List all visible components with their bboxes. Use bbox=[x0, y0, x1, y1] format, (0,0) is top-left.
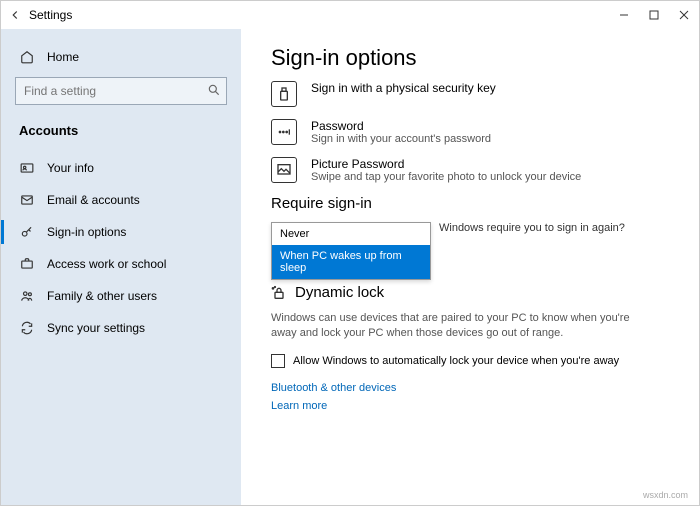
sync-icon bbox=[19, 320, 35, 336]
sidebar-search bbox=[15, 77, 227, 105]
home-icon bbox=[19, 49, 35, 65]
require-signin-question: Windows require you to sign in again? bbox=[439, 222, 679, 234]
picture-icon bbox=[271, 157, 297, 183]
require-signin-dropdown[interactable]: Never When PC wakes up from sleep bbox=[271, 222, 431, 280]
option-title: Sign in with a physical security key bbox=[311, 81, 496, 95]
require-signin-row: Windows require you to sign in again? Ne… bbox=[271, 222, 679, 234]
sidebar-item-sync-settings[interactable]: Sync your settings bbox=[1, 312, 241, 344]
link-bluetooth-devices[interactable]: Bluetooth & other devices bbox=[271, 382, 679, 394]
sidebar-item-access-work-school[interactable]: Access work or school bbox=[1, 248, 241, 280]
sidebar-heading: Accounts bbox=[1, 119, 241, 152]
briefcase-icon bbox=[19, 256, 35, 272]
people-icon bbox=[19, 288, 35, 304]
main-content: Sign-in options Sign in with a physical … bbox=[241, 29, 699, 505]
option-security-key[interactable]: Sign in with a physical security key bbox=[271, 81, 679, 107]
dynamic-lock-heading-label: Dynamic lock bbox=[295, 284, 384, 301]
sidebar-item-your-info[interactable]: Your info bbox=[1, 152, 241, 184]
key-icon bbox=[19, 224, 35, 240]
dynamic-lock-heading: Dynamic lock bbox=[271, 284, 679, 301]
close-button[interactable] bbox=[669, 1, 699, 29]
sidebar: Home Accounts Your info Email & accounts… bbox=[1, 29, 241, 505]
sidebar-item-sign-in-options[interactable]: Sign-in options bbox=[1, 216, 241, 248]
checkbox-label: Allow Windows to automatically lock your… bbox=[293, 355, 619, 367]
watermark: wsxdn.com bbox=[643, 490, 688, 500]
person-card-icon bbox=[19, 160, 35, 176]
option-title: Password bbox=[311, 119, 491, 133]
sidebar-item-label: Sign-in options bbox=[47, 225, 126, 239]
option-subtitle: Sign in with your account's password bbox=[311, 133, 491, 145]
option-subtitle: Swipe and tap your favorite photo to unl… bbox=[311, 171, 581, 183]
sidebar-item-label: Access work or school bbox=[47, 257, 166, 271]
option-password[interactable]: Password Sign in with your account's pas… bbox=[271, 119, 679, 145]
link-learn-more[interactable]: Learn more bbox=[271, 400, 679, 412]
sidebar-item-label: Sync your settings bbox=[47, 321, 145, 335]
dropdown-option-wake-from-sleep[interactable]: When PC wakes up from sleep bbox=[272, 245, 430, 279]
sidebar-item-family-other-users[interactable]: Family & other users bbox=[1, 280, 241, 312]
window-title: Settings bbox=[29, 8, 609, 22]
require-signin-heading: Require sign-in bbox=[271, 195, 679, 212]
sidebar-item-label: Email & accounts bbox=[47, 193, 140, 207]
sidebar-home[interactable]: Home bbox=[1, 39, 241, 77]
sidebar-item-label: Family & other users bbox=[47, 289, 157, 303]
sidebar-item-email-accounts[interactable]: Email & accounts bbox=[1, 184, 241, 216]
option-picture-password[interactable]: Picture Password Swipe and tap your favo… bbox=[271, 157, 679, 183]
minimize-button[interactable] bbox=[609, 1, 639, 29]
sidebar-item-label: Your info bbox=[47, 161, 94, 175]
checkbox[interactable] bbox=[271, 354, 285, 368]
dots-key-icon bbox=[271, 119, 297, 145]
usb-key-icon bbox=[271, 81, 297, 107]
search-input[interactable] bbox=[15, 77, 227, 105]
dropdown-option-never[interactable]: Never bbox=[272, 223, 430, 245]
email-icon bbox=[19, 192, 35, 208]
search-icon bbox=[207, 83, 221, 97]
dynamic-lock-checkbox-row[interactable]: Allow Windows to automatically lock your… bbox=[271, 354, 679, 368]
option-title: Picture Password bbox=[311, 157, 581, 171]
dynamic-lock-description: Windows can use devices that are paired … bbox=[271, 311, 641, 342]
page-title: Sign-in options bbox=[271, 45, 679, 71]
maximize-button[interactable] bbox=[639, 1, 669, 29]
dynamic-lock-icon bbox=[271, 285, 287, 301]
sidebar-home-label: Home bbox=[47, 50, 79, 64]
titlebar: Settings bbox=[1, 1, 699, 29]
back-button[interactable] bbox=[1, 1, 29, 29]
